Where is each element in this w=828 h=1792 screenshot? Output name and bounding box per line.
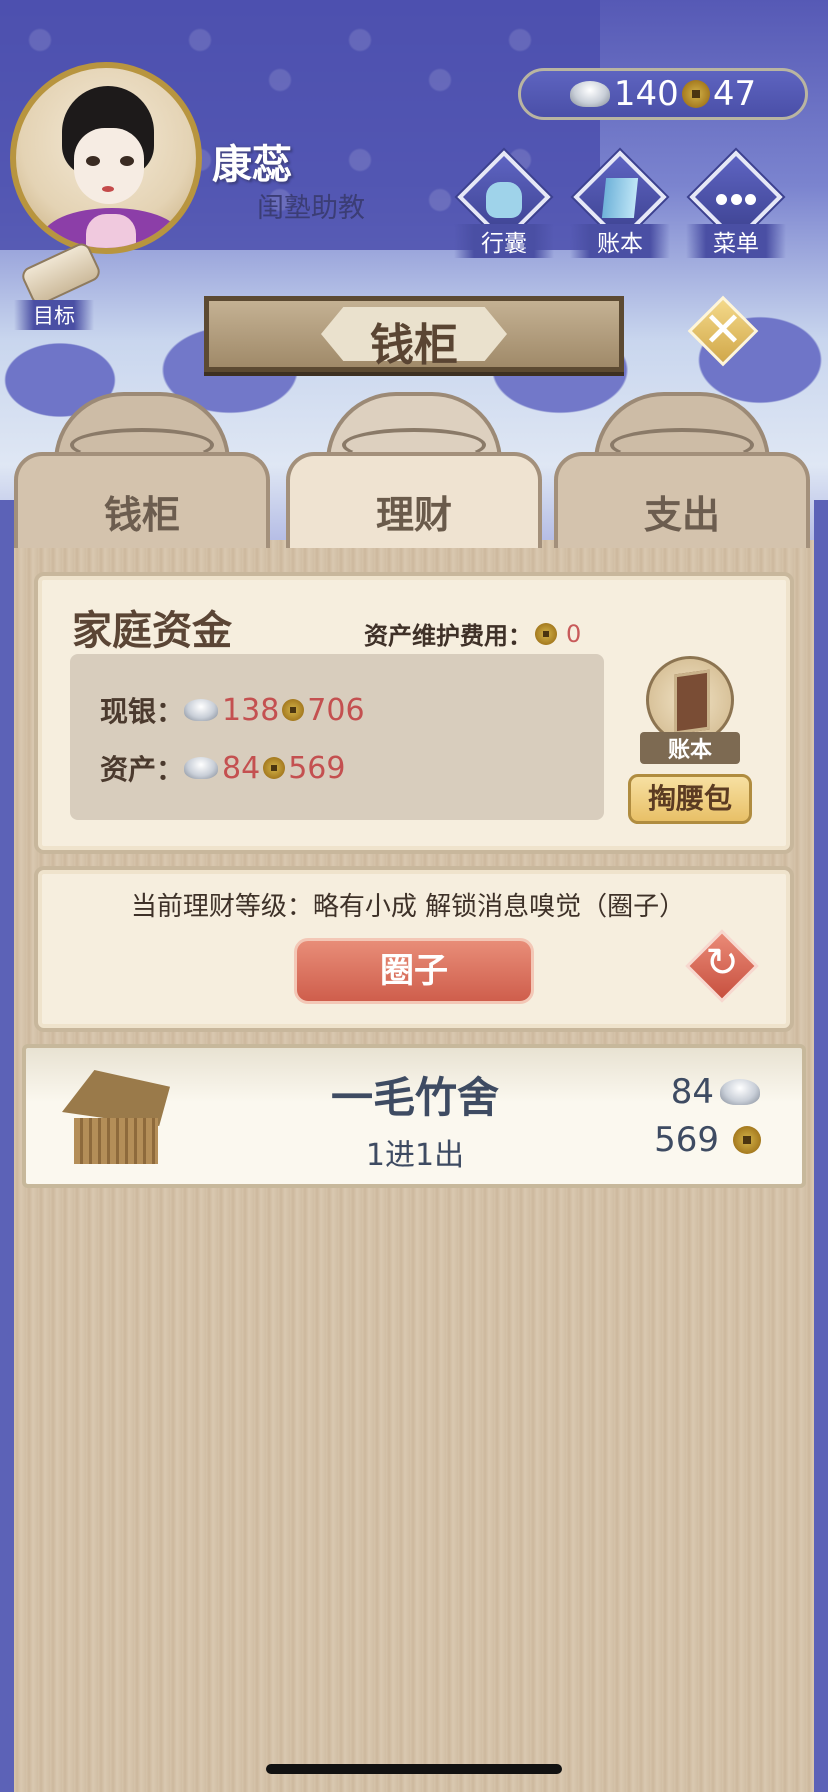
close-button[interactable]: ✕ bbox=[687, 295, 759, 367]
silver-amount: 140 bbox=[613, 74, 679, 114]
ledger-icon bbox=[601, 178, 639, 218]
ledger-top-button[interactable]: 账本 bbox=[570, 150, 670, 258]
player-name: 康蕊 bbox=[212, 142, 292, 188]
menu-dots-icon bbox=[716, 180, 756, 218]
left-border bbox=[0, 500, 14, 1792]
avatar-mouth bbox=[102, 186, 114, 192]
copper-coin-icon bbox=[263, 757, 286, 779]
bag-button[interactable]: 行囊 bbox=[454, 150, 554, 258]
pay-out-of-pocket-button[interactable]: 掏腰包 bbox=[628, 774, 752, 824]
scroll-icon bbox=[19, 240, 103, 308]
property-coins: 569 bbox=[654, 1120, 719, 1160]
copper-coin-icon bbox=[733, 1126, 761, 1154]
avatar-collar bbox=[86, 214, 136, 248]
tab-expense[interactable]: 支出 bbox=[554, 392, 810, 548]
assets-silver: 84 bbox=[222, 750, 261, 786]
tab-cashbox[interactable]: 钱柜 bbox=[14, 392, 270, 548]
finance-level-text: 当前理财等级：略有小成 解锁消息嗅觉（圈子） bbox=[130, 892, 686, 922]
ledger-button[interactable]: 账本 bbox=[640, 656, 740, 766]
silver-ingot-icon bbox=[184, 699, 219, 721]
refresh-button[interactable]: ↻ bbox=[685, 929, 759, 1003]
silver-ingot-icon bbox=[720, 1079, 760, 1105]
bag-button-label: 行囊 bbox=[454, 224, 554, 258]
title-plaque: 钱柜 bbox=[204, 296, 624, 372]
menu-button[interactable]: 菜单 bbox=[686, 150, 786, 258]
coin-amount: 47 bbox=[712, 74, 757, 114]
silver-ingot-icon bbox=[569, 81, 610, 107]
circle-button[interactable]: 圈子 bbox=[294, 938, 534, 1004]
tab-finance[interactable]: 理财 bbox=[286, 392, 542, 548]
right-border bbox=[814, 500, 828, 1792]
property-silver: 84 bbox=[670, 1072, 714, 1112]
property-name: 一毛竹舍 bbox=[330, 1073, 499, 1122]
close-icon: ✕ bbox=[702, 302, 744, 358]
menu-button-label: 菜单 bbox=[686, 224, 786, 258]
avatar-eye bbox=[120, 156, 134, 166]
bamboo-house-icon bbox=[62, 1070, 170, 1170]
property-layout: 1进1出 bbox=[365, 1138, 465, 1173]
player-title: 闺塾助教 bbox=[257, 193, 365, 224]
book-icon bbox=[674, 669, 710, 735]
ledger-top-button-label: 账本 bbox=[570, 224, 670, 258]
family-funds-title: 家庭资金 bbox=[72, 608, 232, 654]
ledger-button-label: 账本 bbox=[640, 732, 740, 764]
copper-coin-icon bbox=[681, 80, 710, 108]
tab-label: 支出 bbox=[643, 493, 720, 537]
upkeep-value: 0 bbox=[566, 619, 582, 648]
tab-label: 理财 bbox=[375, 493, 452, 537]
goal-label: 目标 bbox=[14, 300, 94, 330]
assets-label: 资产： bbox=[100, 753, 185, 786]
copper-coin-icon bbox=[282, 699, 305, 721]
page-title: 钱柜 bbox=[370, 320, 458, 371]
home-indicator[interactable] bbox=[266, 1764, 562, 1774]
property-coin-row: 569 bbox=[654, 1120, 764, 1160]
cash-silver: 138 bbox=[222, 692, 280, 728]
assets-row: 资产： 84 569 bbox=[100, 748, 345, 788]
avatar-face bbox=[74, 128, 144, 204]
goal-button[interactable]: 目标 bbox=[14, 240, 104, 330]
property-silver-row: 84 bbox=[671, 1072, 764, 1112]
silver-ingot-icon bbox=[184, 757, 219, 779]
copper-coin-icon bbox=[535, 622, 557, 645]
avatar-eye bbox=[86, 156, 100, 166]
upkeep-label: 资产维护费用： bbox=[364, 622, 532, 650]
cash-label: 现银： bbox=[100, 695, 185, 728]
tab-label: 钱柜 bbox=[103, 493, 180, 537]
player-avatar[interactable] bbox=[10, 62, 202, 254]
cash-row: 现银： 138 706 bbox=[100, 690, 365, 730]
bag-icon bbox=[486, 182, 522, 218]
house-wall bbox=[74, 1118, 158, 1164]
currency-bar: 140 47 bbox=[518, 68, 808, 120]
refresh-icon: ↻ bbox=[705, 940, 739, 986]
cash-coins: 706 bbox=[307, 692, 365, 728]
upkeep-fee: 资产维护费用： 0 bbox=[364, 616, 581, 651]
fund-summary-box bbox=[70, 654, 604, 820]
assets-coins: 569 bbox=[288, 750, 346, 786]
